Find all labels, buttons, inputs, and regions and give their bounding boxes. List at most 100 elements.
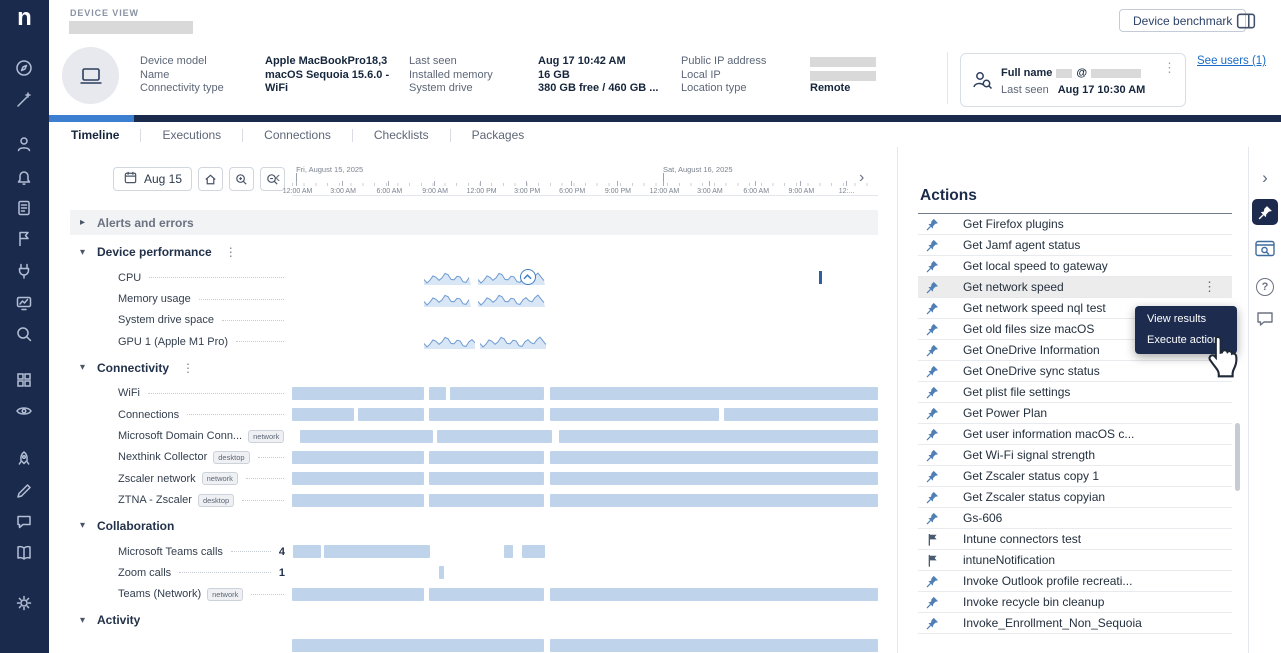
action-item[interactable]: Get local speed to gateway	[918, 256, 1232, 277]
see-users-link[interactable]: See users (1)	[1197, 55, 1266, 67]
device-benchmark-button[interactable]: Device benchmark	[1119, 9, 1246, 32]
persona-icon[interactable]	[14, 134, 34, 154]
activity-bar-segment	[429, 588, 544, 601]
tab-checklists[interactable]: Checklists	[352, 129, 450, 142]
action-item[interactable]: Get OneDrive sync status	[918, 361, 1232, 382]
action-label: Get old files size macOS	[963, 322, 1094, 336]
action-label: Invoke_Enrollment_Non_Sequoia	[963, 616, 1142, 630]
chevron-right-icon[interactable]: ▸	[80, 217, 97, 228]
chevron-down-icon[interactable]: ▾	[80, 362, 97, 373]
tick-mark	[526, 181, 527, 186]
chevron-down-icon[interactable]: ▾	[80, 247, 97, 258]
remote-actions-tool-icon[interactable]	[1252, 199, 1278, 225]
alerts-bell-icon[interactable]	[14, 166, 34, 186]
user-card[interactable]: Full name @ Last seen Aug 17 10:30 AM ⋮	[960, 53, 1186, 107]
monitoring-chart-icon[interactable]	[14, 293, 34, 313]
panel-toggle-icon[interactable]	[1236, 11, 1256, 31]
actions-scrollbar-thumb[interactable]	[1235, 423, 1240, 491]
apps-grid-icon[interactable]	[14, 370, 34, 390]
section-alerts-header[interactable]: ▸Alerts and errors	[70, 210, 878, 235]
timeline-row-label: WiFi	[118, 387, 140, 399]
chevron-down-icon[interactable]: ▾	[80, 615, 97, 626]
sparkline	[424, 334, 475, 349]
event-marker-icon[interactable]	[520, 269, 536, 285]
action-item[interactable]: Get Jamf agent status	[918, 235, 1232, 256]
context-menu-item-view-results[interactable]: View results	[1135, 309, 1237, 330]
settings-gear-icon[interactable]	[14, 593, 34, 613]
section-menu-icon[interactable]: ⋮	[182, 361, 194, 375]
row-badge: network	[248, 430, 284, 443]
timeline-row	[70, 635, 878, 653]
timeline-row: Zscaler networknetwork	[70, 468, 878, 489]
action-label: Get OneDrive Information	[963, 343, 1100, 357]
chevron-down-icon[interactable]: ▾	[80, 520, 97, 531]
action-item[interactable]: Invoke Outlook profile recreati...	[918, 571, 1232, 592]
dotted-leader	[231, 551, 271, 552]
home-button[interactable]	[198, 167, 223, 191]
remote-action-pin-icon	[926, 617, 939, 630]
section-connectivity-header[interactable]: ▾Connectivity⋮	[70, 353, 878, 383]
action-item[interactable]: Intune connectors test	[918, 529, 1232, 550]
action-menu-icon[interactable]: ⋮	[1203, 279, 1216, 295]
activity-bar-segment	[550, 387, 878, 400]
sparkline	[424, 270, 471, 285]
tick-label: 3:00 AM	[330, 188, 356, 195]
action-item[interactable]: Get network speed⋮	[918, 277, 1232, 298]
tab-packages[interactable]: Packages	[450, 129, 546, 142]
feedback-chat-icon[interactable]	[1255, 309, 1275, 334]
timeline-row-label: GPU 1 (Apple M1 Pro)	[118, 336, 228, 348]
campaigns-doc-icon[interactable]	[14, 198, 34, 218]
action-item[interactable]: Get Zscaler status copyian	[918, 487, 1232, 508]
tab-connections[interactable]: Connections	[242, 129, 352, 142]
panel-collapse-icon[interactable]: ›	[1262, 169, 1268, 186]
tab-timeline[interactable]: Timeline	[71, 129, 140, 142]
section-performance-header[interactable]: ▾Device performance⋮	[70, 237, 878, 267]
device-view-tool-icon[interactable]	[1254, 238, 1276, 265]
dotted-leader	[258, 457, 284, 458]
library-book-icon[interactable]	[14, 543, 34, 563]
action-item[interactable]: Get Power Plan	[918, 403, 1232, 424]
investigate-compass-icon[interactable]	[14, 58, 34, 78]
search-magnifier-icon[interactable]	[14, 324, 34, 344]
tick-mark	[296, 181, 297, 186]
active-tab-indicator	[49, 115, 134, 122]
help-icon[interactable]: ?	[1256, 278, 1274, 296]
actions-wand-icon[interactable]	[14, 90, 34, 110]
timeline-row: Connections	[70, 404, 878, 425]
action-item[interactable]: Get Zscaler status copy 1	[918, 466, 1232, 487]
activity-bar-segment	[292, 639, 544, 652]
section-activity-header[interactable]: ▾Activity	[70, 605, 878, 635]
action-item[interactable]: Gs-606	[918, 508, 1232, 529]
tick-mark	[480, 181, 481, 186]
zoom-out-button[interactable]	[260, 167, 285, 191]
action-item[interactable]: Get user information macOS c...	[918, 424, 1232, 445]
date-picker-button[interactable]: Aug 15	[113, 167, 192, 191]
tab-executions[interactable]: Executions	[140, 129, 242, 142]
action-item[interactable]: Invoke_Enrollment_Non_Sequoia	[918, 613, 1232, 634]
section-menu-icon[interactable]: ⋮	[225, 245, 237, 259]
action-label: Get plist file settings	[963, 385, 1070, 399]
remote-actions-rocket-icon[interactable]	[14, 449, 34, 469]
remote-action-pin-icon	[926, 407, 939, 420]
action-item[interactable]: Get Wi-Fi signal strength	[918, 445, 1232, 466]
integrations-plug-icon[interactable]	[14, 261, 34, 281]
action-item[interactable]: Get plist file settings	[918, 382, 1232, 403]
laptop-icon	[76, 61, 106, 91]
timeline-prev-icon[interactable]: ‹	[275, 170, 280, 186]
action-label: Get Wi-Fi signal strength	[963, 448, 1095, 462]
action-item[interactable]: intuneNotification	[918, 550, 1232, 571]
zoom-in-button[interactable]	[229, 167, 254, 191]
milestones-flag-icon[interactable]	[14, 229, 34, 249]
action-item[interactable]: Invoke recycle bin cleanup	[918, 592, 1232, 613]
user-card-menu-icon[interactable]: ⋮	[1163, 60, 1176, 76]
tick-label: 3:00 AM	[697, 188, 723, 195]
section-collaboration-header[interactable]: ▾Collaboration	[70, 511, 878, 541]
action-item[interactable]: Get Firefox plugins	[918, 214, 1232, 235]
timeline-panel: Aug 15 ‹ › Fri, August 15, 2025Sat, Augu…	[70, 147, 878, 653]
device-field: Connectivity typeWiFi	[140, 82, 402, 96]
visibility-eye-icon[interactable]	[14, 401, 34, 421]
tab-accent-bar	[49, 115, 1281, 122]
timeline-row-label: Zscaler network	[118, 473, 196, 485]
support-chat-icon[interactable]	[14, 512, 34, 532]
content-pen-icon[interactable]	[14, 481, 34, 501]
